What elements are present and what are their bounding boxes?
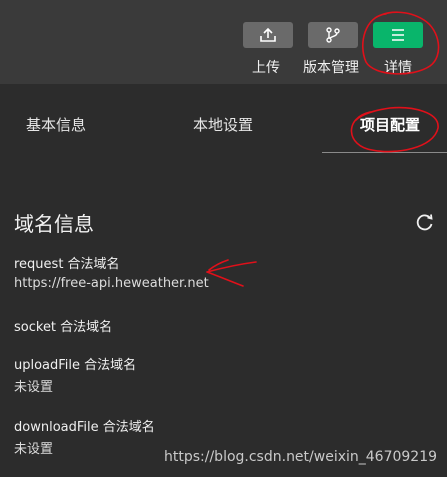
tab-project-config[interactable]: 项目配置: [360, 114, 420, 135]
socket-domain-label: socket 合法域名: [14, 320, 113, 335]
details-button[interactable]: [373, 22, 423, 48]
refresh-icon[interactable]: [415, 212, 435, 232]
uploadfile-domain-label: uploadFile 合法域名: [14, 358, 137, 373]
tab-local-settings[interactable]: 本地设置: [193, 114, 253, 135]
details-label: 详情: [384, 60, 412, 76]
upload-icon: [260, 27, 276, 42]
annotation-arrow: [206, 259, 257, 287]
request-domain-value: https://free-api.heweather.net: [14, 276, 209, 291]
section-title: 域名信息: [14, 212, 94, 236]
request-domain-label: request 合法域名: [14, 257, 120, 272]
menu-icon: [392, 29, 404, 41]
downloadfile-domain-label: downloadFile 合法域名: [14, 420, 155, 435]
watermark: https://blog.csdn.net/weixin_46709219: [164, 449, 438, 465]
tab-basic-info[interactable]: 基本信息: [26, 114, 86, 135]
toolbar: 上传 版本管理 详情: [0, 0, 447, 84]
version-management-button[interactable]: [308, 22, 358, 48]
branch-icon: [326, 27, 340, 43]
uploadfile-domain-value: 未设置: [14, 380, 54, 395]
upload-button[interactable]: [243, 22, 293, 48]
upload-label: 上传: [252, 60, 280, 76]
downloadfile-domain-value: 未设置: [14, 442, 54, 457]
active-tab-indicator: [322, 152, 447, 153]
version-management-label: 版本管理: [303, 60, 359, 76]
settings-tabs: 基本信息 本地设置 项目配置: [0, 84, 447, 154]
